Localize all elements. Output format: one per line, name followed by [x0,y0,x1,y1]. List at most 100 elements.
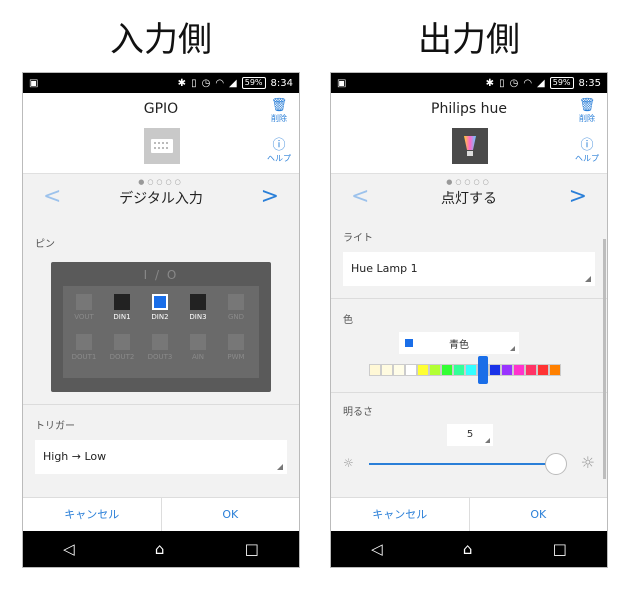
gpio-board-icon [144,128,180,164]
light-value: Hue Lamp 1 [351,262,418,275]
back-icon[interactable]: ◁ [371,540,383,558]
pin-label: DOUT3 [147,353,173,361]
palette-cell[interactable] [429,364,441,376]
palette-cell[interactable] [453,364,465,376]
vibrate-icon: ▯ [191,77,197,89]
dropdown-corner-icon [585,276,591,282]
pin-dout2: DOUT2 [105,334,139,361]
action-title: デジタル入力 [119,191,203,207]
help-button[interactable]: ⓘ ヘルプ [573,139,601,164]
next-button[interactable]: > [569,184,587,209]
wifi-icon: ◠ [215,77,225,89]
pin-label: DIN1 [113,313,131,321]
pin-vout: VOUT [67,294,101,321]
brightness-slider[interactable]: ☼ ☼ [331,452,607,476]
palette-cell[interactable] [369,364,381,376]
hue-bulb-icon [452,128,488,164]
palette-cell[interactable] [501,364,513,376]
android-nav-bar: ◁ ⌂ □ [331,531,607,567]
brightness-select[interactable]: 5 [447,424,493,446]
page-indicator: ●○○○○ [446,178,492,186]
palette-cell[interactable] [417,364,429,376]
caption-input-side: 入力側 [110,20,212,60]
pin-label: DOUT2 [109,353,135,361]
pin-square [190,334,206,350]
color-value: 青色 [449,340,469,351]
palette-cell[interactable] [405,364,417,376]
recents-icon[interactable]: □ [553,540,567,558]
io-title: I / O [143,268,179,282]
cancel-button[interactable]: キャンセル [331,498,470,531]
pin-square [76,334,92,350]
ok-button[interactable]: OK [470,498,608,531]
palette-cell[interactable] [489,364,501,376]
action-bar: キャンセル OK [23,497,299,531]
palette-selection-marker[interactable] [478,356,488,384]
clock: 8:35 [578,77,601,89]
color-select[interactable]: 青色 [399,332,519,354]
palette-cell[interactable] [465,364,477,376]
pin-section-label: ピン [35,239,55,250]
action-bar: キャンセル OK [331,497,607,531]
pin-label: DOUT1 [71,353,97,361]
help-icon: ⓘ [580,138,594,153]
palette-cell[interactable] [441,364,453,376]
action-navigator: ●○○○○ < 点灯する > [331,173,607,219]
slider-knob[interactable] [545,453,567,475]
help-button[interactable]: ⓘ ヘルプ [265,139,293,164]
action-title: 点灯する [441,191,497,207]
caption-output-side: 出力側 [418,20,520,60]
trigger-select[interactable]: High → Low [35,440,287,474]
alarm-icon: ◷ [509,77,519,89]
pin-label: GND [227,313,245,321]
palette-cell[interactable] [549,364,561,376]
delete-button[interactable]: 🗑 削除 [573,99,601,124]
clock: 8:34 [270,77,293,89]
scrollbar[interactable] [603,239,606,479]
palette-cell[interactable] [381,364,393,376]
pin-din3[interactable]: DIN3 [181,294,215,321]
pin-dout3: DOUT3 [143,334,177,361]
trash-icon: 🗑 [578,98,596,113]
back-icon[interactable]: ◁ [63,540,75,558]
palette-cell[interactable] [513,364,525,376]
bluetooth-icon: ✱ [485,77,495,89]
palette-cell[interactable] [537,364,549,376]
io-panel: I / O VOUT DIN1 DIN2 DIN3 GND DOUT1 DOUT2 DOUT3… [51,262,271,392]
brightness-label: 明るさ [343,407,373,418]
bluetooth-icon: ✱ [177,77,187,89]
sun-small-icon: ☼ [343,456,354,470]
home-icon[interactable]: ⌂ [155,540,165,558]
pin-square [114,334,130,350]
phone-output-side: ▣ ✱ ▯ ◷ ◠ ◢ 59% 8:35 Philips hue 🗑 削除 ⓘ … [330,72,608,568]
pin-grid: VOUT DIN1 DIN2 DIN3 GND DOUT1 DOUT2 DOUT3 AIN PWM [63,286,259,378]
home-icon[interactable]: ⌂ [463,540,473,558]
wifi-icon: ◠ [523,77,533,89]
cancel-button[interactable]: キャンセル [23,498,162,531]
next-button[interactable]: > [261,184,279,209]
page-indicator: ●○○○○ [138,178,184,186]
notification-image-icon: ▣ [29,77,39,89]
light-select[interactable]: Hue Lamp 1 [343,252,595,286]
pin-label: VOUT [74,313,94,321]
palette-cell[interactable] [393,364,405,376]
slider-track [369,463,563,465]
help-label: ヘルプ [575,154,599,163]
pin-label: AIN [191,353,205,361]
delete-button[interactable]: 🗑 削除 [265,99,293,124]
color-swatch [405,339,413,347]
palette-cell[interactable] [525,364,537,376]
page-title: GPIO [143,101,179,117]
color-palette[interactable] [369,356,607,384]
pin-square [114,294,130,310]
status-bar: ▣ ✱ ▯ ◷ ◠ ◢ 59% 8:34 [23,73,299,93]
pin-square [152,294,168,310]
pin-ain: AIN [181,334,215,361]
pin-din2[interactable]: DIN2 [143,294,177,321]
pin-square [190,294,206,310]
pin-square [152,334,168,350]
recents-icon[interactable]: □ [245,540,259,558]
pin-din1[interactable]: DIN1 [105,294,139,321]
ok-button[interactable]: OK [162,498,300,531]
signal-icon: ◢ [229,77,237,89]
